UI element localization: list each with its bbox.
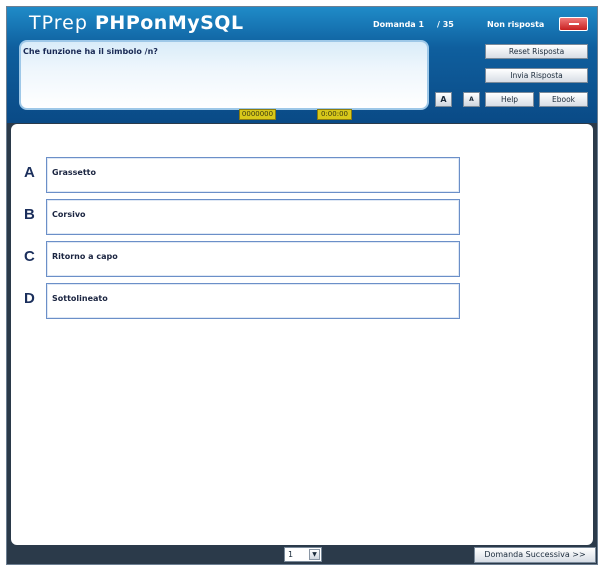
answer-option-d[interactable]: Sottolineato: [46, 283, 460, 319]
ebook-button[interactable]: Ebook: [539, 92, 588, 107]
send-answer-button[interactable]: Invia Risposta: [485, 68, 588, 83]
font-smaller-button[interactable]: A: [463, 92, 480, 107]
answer-text: Grassetto: [52, 168, 97, 177]
logo-prefix: TPrep: [29, 12, 88, 34]
answers-panel: A Grassetto B Corsivo C Ritorno a capo D…: [11, 124, 593, 545]
answer-letter: D: [24, 290, 35, 307]
app-window: TPrep PHPonMySQL Domanda 1 / 35 Non risp…: [6, 6, 598, 565]
page-select-value: 1: [288, 550, 294, 559]
answer-text: Sottolineato: [52, 294, 108, 303]
question-text: Che funzione ha il simbolo /n?: [23, 47, 158, 56]
answer-text: Ritorno a capo: [52, 252, 118, 261]
question-page-select[interactable]: 1 ▼: [284, 547, 322, 562]
answer-letter: B: [24, 206, 35, 223]
answer-option-a[interactable]: Grassetto: [46, 157, 460, 193]
question-panel: Che funzione ha il simbolo /n?: [19, 40, 429, 110]
logo-name: PHPonMySQL: [95, 12, 244, 34]
font-larger-button[interactable]: A: [435, 92, 452, 107]
reset-answer-button[interactable]: Reset Risposta: [485, 44, 588, 59]
timer-left: 0000000: [239, 109, 276, 120]
answer-text: Corsivo: [52, 210, 86, 219]
timer-right: 0:00:00: [317, 109, 352, 120]
header-bar: TPrep PHPonMySQL Domanda 1 / 35 Non risp…: [7, 7, 597, 123]
close-button[interactable]: [559, 17, 588, 31]
app-logo: TPrep PHPonMySQL: [29, 12, 244, 34]
answer-letter: A: [24, 164, 35, 181]
question-number: Domanda 1: [373, 20, 425, 29]
help-button[interactable]: Help: [485, 92, 534, 107]
answer-option-b[interactable]: Corsivo: [46, 199, 460, 235]
next-question-button[interactable]: Domanda Successiva >>: [474, 547, 596, 563]
answer-letter: C: [24, 248, 35, 265]
chevron-down-icon[interactable]: ▼: [309, 549, 320, 560]
question-total: / 35: [437, 20, 454, 29]
answer-status: Non risposta: [487, 20, 545, 29]
answer-option-c[interactable]: Ritorno a capo: [46, 241, 460, 277]
